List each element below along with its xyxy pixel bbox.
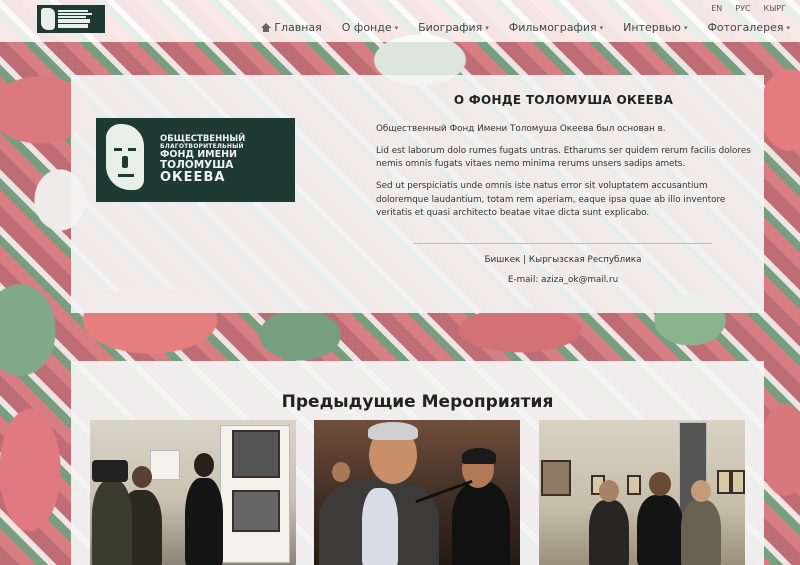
top-navigation: EN РУС КЫРГ Главная О фонде ▾ Биография …	[0, 0, 800, 42]
city-location: Бишкек | Кыргызская Республика	[484, 255, 642, 265]
main-menu: Главная О фонде ▾ Биография ▾ Фильмограф…	[261, 21, 790, 34]
logo-line: ОКЕЕВА	[160, 170, 226, 186]
menu-item-label: Биография	[418, 21, 483, 34]
menu-item-filmography[interactable]: Фильмография ▾	[509, 21, 603, 34]
divider	[414, 243, 712, 244]
caret-down-icon: ▾	[394, 23, 399, 32]
contact-email[interactable]: E-mail: aziza_ok@mail.ru	[414, 275, 712, 285]
logo-portrait-icon	[41, 8, 55, 30]
home-icon	[261, 22, 272, 33]
event-photo[interactable]	[314, 420, 520, 565]
menu-item-label: Фотогалерея	[707, 21, 784, 34]
caret-down-icon: ▾	[599, 23, 604, 32]
caret-down-icon: ▾	[485, 23, 489, 32]
lang-ky[interactable]: КЫРГ	[764, 4, 786, 13]
menu-item-label: О фонде	[341, 21, 392, 34]
menu-item-about[interactable]: О фонде ▾	[342, 21, 398, 34]
events-title: Предыдущие Мероприятия	[281, 392, 554, 412]
event-photo[interactable]	[539, 420, 745, 565]
site-logo[interactable]	[37, 5, 105, 33]
menu-item-label: Интервью	[623, 21, 681, 34]
menu-item-label: Главная	[274, 21, 322, 34]
about-paragraph: Общественный Фонд Имени Толомуша Океева …	[376, 124, 666, 134]
portrait-icon	[96, 118, 156, 202]
previous-events-panel: Предыдущие Мероприятия	[71, 361, 764, 565]
foundation-logo: ОБЩЕСТВЕННЫЙ БЛАГОТВОРИТЕЛЬНЫЙ ФОНД ИМЕН…	[96, 118, 295, 202]
about-paragraph: Sed ut perspiciatis unde omnis iste natu…	[376, 180, 726, 219]
about-title: О ФОНДЕ ТОЛОМУША ОКЕЕВА	[453, 93, 674, 107]
about-paragraph: Lid est laborum dolo rumes fugats untras…	[376, 145, 751, 170]
menu-item-label: Фильмография	[508, 21, 597, 34]
menu-item-home[interactable]: Главная	[261, 21, 322, 34]
lang-ru[interactable]: РУС	[735, 4, 750, 13]
menu-item-interview[interactable]: Интервью ▾	[623, 21, 687, 34]
about-foundation-panel: ОБЩЕСТВЕННЫЙ БЛАГОТВОРИТЕЛЬНЫЙ ФОНД ИМЕН…	[71, 75, 764, 313]
menu-item-biography[interactable]: Биография ▾	[418, 21, 489, 34]
lang-en[interactable]: EN	[711, 4, 722, 13]
menu-item-photogallery[interactable]: Фотогалерея ▾	[707, 21, 790, 34]
caret-down-icon: ▾	[683, 23, 688, 32]
event-photo[interactable]	[90, 420, 296, 565]
language-switcher: EN РУС КЫРГ	[711, 4, 786, 13]
caret-down-icon: ▾	[786, 23, 790, 32]
about-text-block: О ФОНДЕ ТОЛОМУША ОКЕЕВА Общественный Фон…	[376, 93, 751, 229]
